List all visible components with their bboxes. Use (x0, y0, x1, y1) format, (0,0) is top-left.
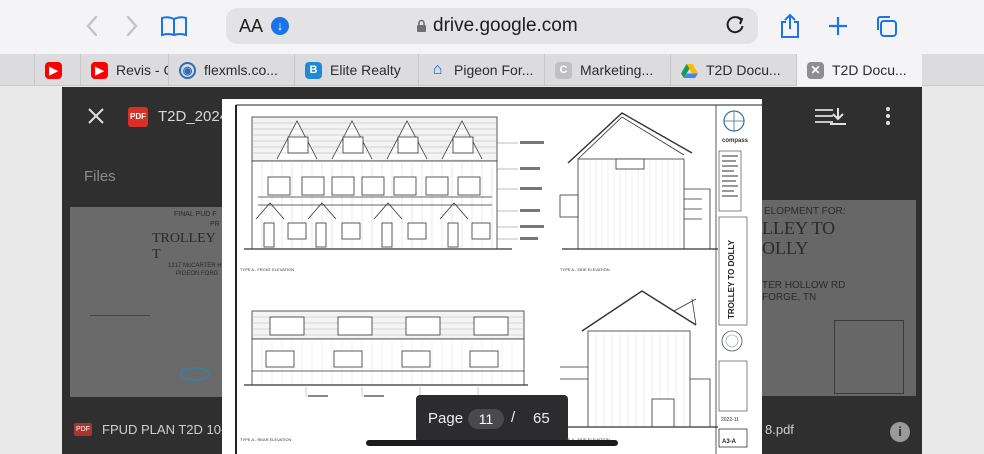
share-icon[interactable] (774, 10, 806, 42)
thumb-text: PR (210, 221, 220, 228)
sheet-date: 2022-11 (721, 417, 739, 423)
tab-overview-icon[interactable] (870, 10, 902, 42)
zillow-icon: ⌂ (432, 61, 443, 78)
elevation-label: TYPE A - SIDE ELEVATION (560, 267, 610, 272)
drive-icon (681, 63, 698, 78)
reader-aa-button[interactable]: AA (239, 16, 263, 37)
thumb-text: PIGEON FORG (176, 271, 219, 277)
thumb-text: TROLLEY T (152, 231, 216, 262)
thumb-text: LLEY TO (762, 218, 836, 238)
tab-t2d-docu-1[interactable]: T2D Docu... (670, 54, 796, 86)
tab-marketing[interactable]: C Marketing... (544, 54, 670, 86)
bookmarks-icon[interactable] (158, 10, 190, 42)
tab-youtube-1[interactable]: ▶ (34, 54, 80, 86)
marketing-icon: C (555, 61, 572, 79)
lock-icon (417, 19, 426, 32)
tab-pigeon-forge[interactable]: ⌂ Pigeon For... (418, 54, 544, 86)
youtube-icon: ▶ (45, 61, 62, 79)
thumb-notes (90, 315, 150, 351)
close-tab-icon[interactable]: ✕ (807, 61, 824, 79)
tab-flexmls[interactable]: ◉ flexmls.co... (168, 54, 294, 86)
flexmls-icon: ◉ (179, 61, 196, 79)
thumb-text: OLLY (762, 238, 809, 258)
tab-bar: ▶ ▶ Revis - C ◉ flexmls.co... B Elite Re… (0, 54, 984, 86)
home-indicator[interactable] (366, 440, 618, 446)
thumb-text: ELOPMENT FOR: (764, 206, 846, 217)
page-counter: Page 11 / 65 (416, 395, 568, 443)
sheet-number: A3-A (722, 439, 737, 445)
address-bar[interactable]: AA ↓ drive.google.com (226, 8, 758, 44)
forward-icon[interactable] (116, 10, 148, 42)
browser-toolbar: AA ↓ drive.google.com (0, 0, 984, 54)
file-name-right[interactable]: 8.pdf (765, 422, 794, 437)
pdf-file-icon: PDF (128, 107, 148, 127)
file-name-left[interactable]: PDF FPUD PLAN T2D 10- (74, 422, 225, 437)
thumb-text: TER HOLLOW RD (762, 280, 846, 291)
tab-elite-realty[interactable]: B Elite Realty (294, 54, 418, 86)
total-pages: 65 (533, 410, 550, 427)
elite-realty-icon: B (305, 61, 322, 79)
thumb-text: FORGE, TN (762, 292, 817, 303)
youtube-icon: ▶ (91, 61, 108, 79)
tab-revis[interactable]: ▶ Revis - C (80, 54, 168, 86)
compass-logo-icon (180, 367, 210, 381)
thumb-text: FINAL PUD F (174, 211, 217, 218)
site-map-thumbnail (834, 320, 904, 394)
file-thumbnail-left[interactable]: FINAL PUD F PR TROLLEY T 1217 McCARTER H… (70, 207, 225, 397)
current-page-input[interactable]: 11 (468, 409, 504, 429)
download-indicator-icon[interactable]: ↓ (271, 17, 289, 35)
url-text[interactable]: drive.google.com (416, 15, 578, 37)
new-tab-icon[interactable] (822, 10, 854, 42)
info-icon[interactable]: i (890, 422, 910, 442)
elevation-label: TYPE A - REAR ELEVATION (240, 437, 292, 442)
download-icon[interactable] (826, 104, 850, 128)
page-label: Page (428, 410, 464, 427)
thumb-text: 1217 McCARTER H (168, 263, 222, 269)
files-heading: Files (84, 168, 116, 185)
back-icon[interactable] (76, 10, 108, 42)
tab-t2d-docu-active[interactable]: ✕ T2D Docu... (796, 54, 922, 86)
firm-name: compass (722, 138, 749, 144)
seal-icon (721, 330, 743, 352)
project-title: TROLLEY TO DOLLY (727, 239, 736, 319)
reload-icon[interactable] (724, 14, 746, 41)
page-separator: / (511, 409, 516, 426)
file-thumbnail-right[interactable]: ELOPMENT FOR: LLEY TO OLLY TER HOLLOW RD… (762, 200, 916, 396)
close-viewer-icon[interactable] (84, 104, 108, 128)
more-options-icon[interactable] (876, 104, 900, 128)
elevation-label: TYPE A - FRONT ELEVATION (240, 267, 294, 272)
pdf-file-icon: PDF (74, 423, 92, 436)
